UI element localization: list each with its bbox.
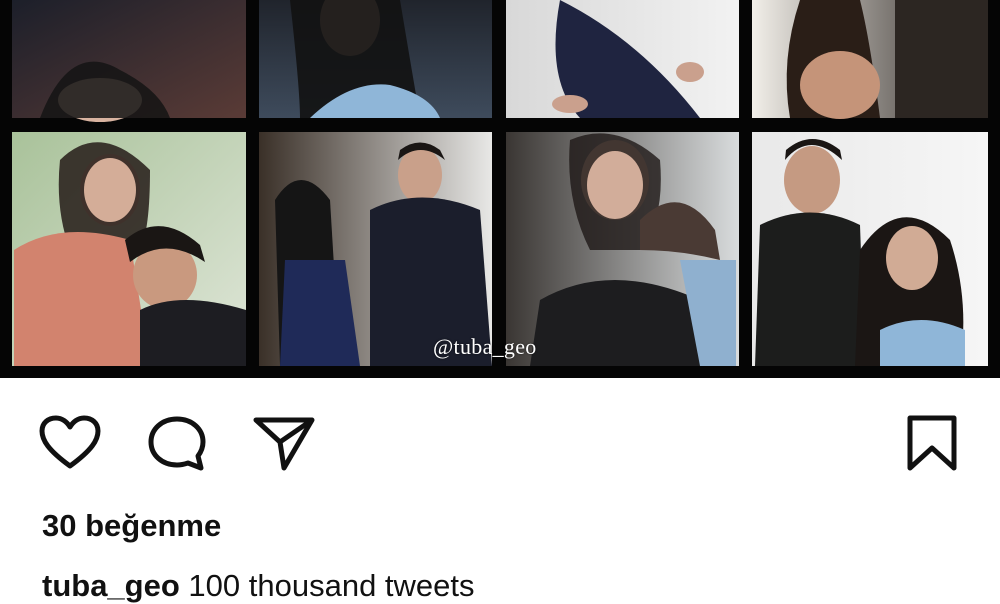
collage-tile-3 (506, 0, 739, 118)
comment-icon[interactable] (146, 414, 208, 472)
collage-tile-7 (506, 132, 739, 366)
post-image-collage[interactable]: @tuba_geo (0, 0, 1000, 378)
collage-photos (12, 0, 988, 366)
heart-icon[interactable] (38, 414, 102, 472)
collage-tile-4 (752, 0, 988, 119)
collage-tile-6 (259, 132, 492, 366)
bookmark-icon[interactable] (904, 414, 960, 472)
caption-username[interactable]: tuba_geo (42, 568, 180, 603)
collage-tile-1 (12, 0, 246, 122)
likes-count[interactable]: 30 beğenme (42, 508, 221, 544)
paper-plane-icon[interactable] (252, 414, 316, 472)
collage-tile-8 (752, 132, 988, 366)
collage-tile-5 (12, 132, 246, 366)
watermark-text: @tuba_geo (433, 334, 537, 359)
collage-tile-2 (259, 0, 492, 118)
caption-text: 100 thousand tweets (188, 568, 475, 603)
post-action-bar (0, 378, 1000, 498)
post-caption: tuba_geo 100 thousand tweets (42, 568, 475, 604)
